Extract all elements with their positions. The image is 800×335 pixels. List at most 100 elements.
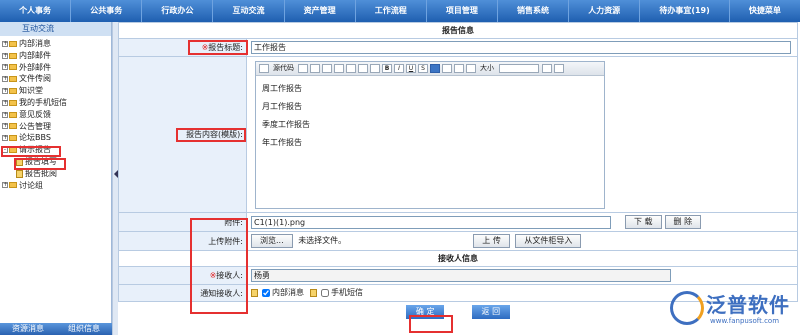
justify-icon[interactable]	[466, 63, 476, 73]
sidebar-item[interactable]: + 论坛BBS	[2, 132, 111, 144]
align-left-icon[interactable]	[430, 63, 440, 73]
sidebar-item[interactable]: + 文件传阅	[2, 73, 111, 85]
bg-color-icon[interactable]	[370, 63, 380, 73]
source-button[interactable]: 源代码	[273, 63, 294, 73]
receiver-input[interactable]: 杨勇	[251, 269, 671, 282]
sidebar-item[interactable]: + 知识堂	[2, 85, 111, 97]
delete-button[interactable]: 删 除	[664, 215, 702, 229]
new-doc-icon[interactable]	[298, 63, 308, 73]
font-size-select[interactable]	[499, 63, 539, 73]
expand-icon[interactable]: +	[2, 135, 8, 142]
notify-sms-checkbox[interactable]	[321, 288, 329, 297]
document-icon	[16, 169, 23, 178]
expand-icon[interactable]: +	[2, 40, 8, 47]
sidebar-item-label: 内部邮件	[19, 50, 51, 60]
editor-line: 季度工作报告	[262, 119, 310, 129]
nav-item[interactable]: 快捷菜单	[730, 0, 800, 22]
highlight-title	[188, 40, 248, 55]
sidebar-item-label: 讨论组	[19, 180, 43, 190]
expand-icon[interactable]: +	[2, 64, 8, 71]
bold-icon[interactable]: B	[382, 63, 392, 73]
notify-internal-label: 内部消息	[272, 288, 304, 298]
find-icon[interactable]	[554, 63, 564, 73]
image-icon[interactable]	[334, 63, 344, 73]
download-button[interactable]: 下 载	[625, 215, 662, 229]
folder-icon	[9, 52, 17, 59]
folder-icon	[9, 99, 17, 106]
sidebar-item[interactable]: + 公告管理	[2, 121, 111, 133]
no-file-text: 未选择文件。	[298, 236, 347, 245]
nav-item[interactable]: 互动交流	[213, 0, 283, 22]
sidebar-item[interactable]: + 意见反馈	[2, 109, 111, 121]
nav-item[interactable]: 行政办公	[142, 0, 212, 22]
strike-icon[interactable]: S	[418, 63, 428, 73]
preview-icon[interactable]	[310, 63, 320, 73]
italic-icon[interactable]: I	[394, 63, 404, 73]
folder-icon	[9, 135, 17, 142]
import-button[interactable]: 从文件柜导入	[515, 234, 582, 248]
expand-icon[interactable]: +	[2, 182, 8, 189]
upload-button[interactable]: 上 传	[473, 234, 510, 248]
expand-icon[interactable]: +	[2, 99, 8, 106]
highlight-content	[176, 128, 246, 142]
link-icon[interactable]	[346, 63, 356, 73]
rich-text-editor[interactable]: 源代码 B I U S 大小 周工作报告 月工作报告 季度工作报告 年工作报告	[255, 60, 605, 209]
expand-icon[interactable]: +	[2, 111, 8, 118]
back-button[interactable]: 返 回	[471, 304, 511, 319]
nav-item[interactable]: 待办事宜(19)	[640, 0, 729, 22]
report-form: 报告信息 ※报告标题: 工作报告 报告内容(模版): 源代码 B I U S 大…	[118, 22, 800, 335]
editor-body[interactable]: 周工作报告 月工作报告 季度工作报告 年工作报告	[256, 76, 604, 156]
expand-icon[interactable]: +	[2, 52, 8, 59]
nav-item[interactable]: 个人事务	[0, 0, 70, 22]
brand-watermark: 泛普软件 www.fanpusoft.com	[666, 287, 796, 331]
nav-item[interactable]: 公共事务	[71, 0, 141, 22]
sidebar-item-label: 公告管理	[19, 121, 51, 131]
sidebar: 互动交流 + 内部消息 + 内部邮件 + 外部邮件 + 文件传阅 + 知识堂 + 我的手机短信 + 意见反…	[0, 22, 112, 335]
folder-icon	[9, 182, 17, 189]
notify-internal-checkbox[interactable]	[262, 288, 270, 297]
notify-sms-label: 手机短信	[331, 288, 363, 298]
source-icon[interactable]	[259, 63, 269, 73]
insert-icon[interactable]	[542, 63, 552, 73]
sidebar-item[interactable]: + 我的手机短信	[2, 97, 111, 109]
message-icon	[251, 288, 258, 297]
folder-icon	[9, 111, 17, 118]
sidebar-item[interactable]: + 讨论组	[2, 180, 111, 192]
editor-toolbar: 源代码 B I U S 大小	[256, 61, 604, 76]
folder-icon	[9, 76, 17, 83]
expand-icon[interactable]: +	[2, 88, 8, 95]
nav-item[interactable]: 资产管理	[285, 0, 355, 22]
align-center-icon[interactable]	[442, 63, 452, 73]
expand-icon[interactable]: +	[2, 76, 8, 83]
sidebar-item[interactable]: + 内部邮件	[2, 50, 111, 62]
sidebar-item[interactable]: + 内部消息	[2, 38, 111, 50]
attachment-select[interactable]: C1(1)(1).png	[251, 215, 611, 229]
sidebar-item-label: 我的手机短信	[19, 97, 67, 107]
folder-icon	[9, 123, 17, 130]
underline-icon[interactable]: U	[406, 63, 416, 73]
title-input[interactable]: 工作报告	[251, 41, 791, 54]
print-icon[interactable]	[322, 63, 332, 73]
editor-line: 月工作报告	[262, 101, 302, 111]
brand-logo-icon	[670, 291, 704, 325]
phone-icon	[310, 288, 317, 297]
nav-item[interactable]: 销售系统	[498, 0, 568, 22]
footer-tab-resources[interactable]: 资源消息	[0, 323, 56, 335]
nav-item[interactable]: 工作流程	[356, 0, 426, 22]
sidebar-item[interactable]: + 外部邮件	[2, 62, 111, 74]
sidebar-header-label: 互动交流	[22, 24, 54, 33]
expand-icon[interactable]: +	[2, 123, 8, 130]
sidebar-item-label: 意见反馈	[19, 109, 51, 119]
nav-item[interactable]: 人力资源	[569, 0, 639, 22]
text-color-icon[interactable]	[358, 63, 368, 73]
highlight-report-fill	[14, 158, 66, 170]
sidebar-header[interactable]: 互动交流	[0, 22, 111, 36]
folder-icon	[9, 40, 17, 47]
highlight-report-folder	[1, 146, 61, 157]
nav-item[interactable]: 项目管理	[427, 0, 497, 22]
footer-tab-org[interactable]: 组织信息	[56, 323, 112, 335]
sidebar-item-label: 外部邮件	[19, 62, 51, 72]
browse-button[interactable]: 浏览...	[251, 234, 293, 248]
align-right-icon[interactable]	[454, 63, 464, 73]
highlight-ok	[409, 315, 453, 333]
